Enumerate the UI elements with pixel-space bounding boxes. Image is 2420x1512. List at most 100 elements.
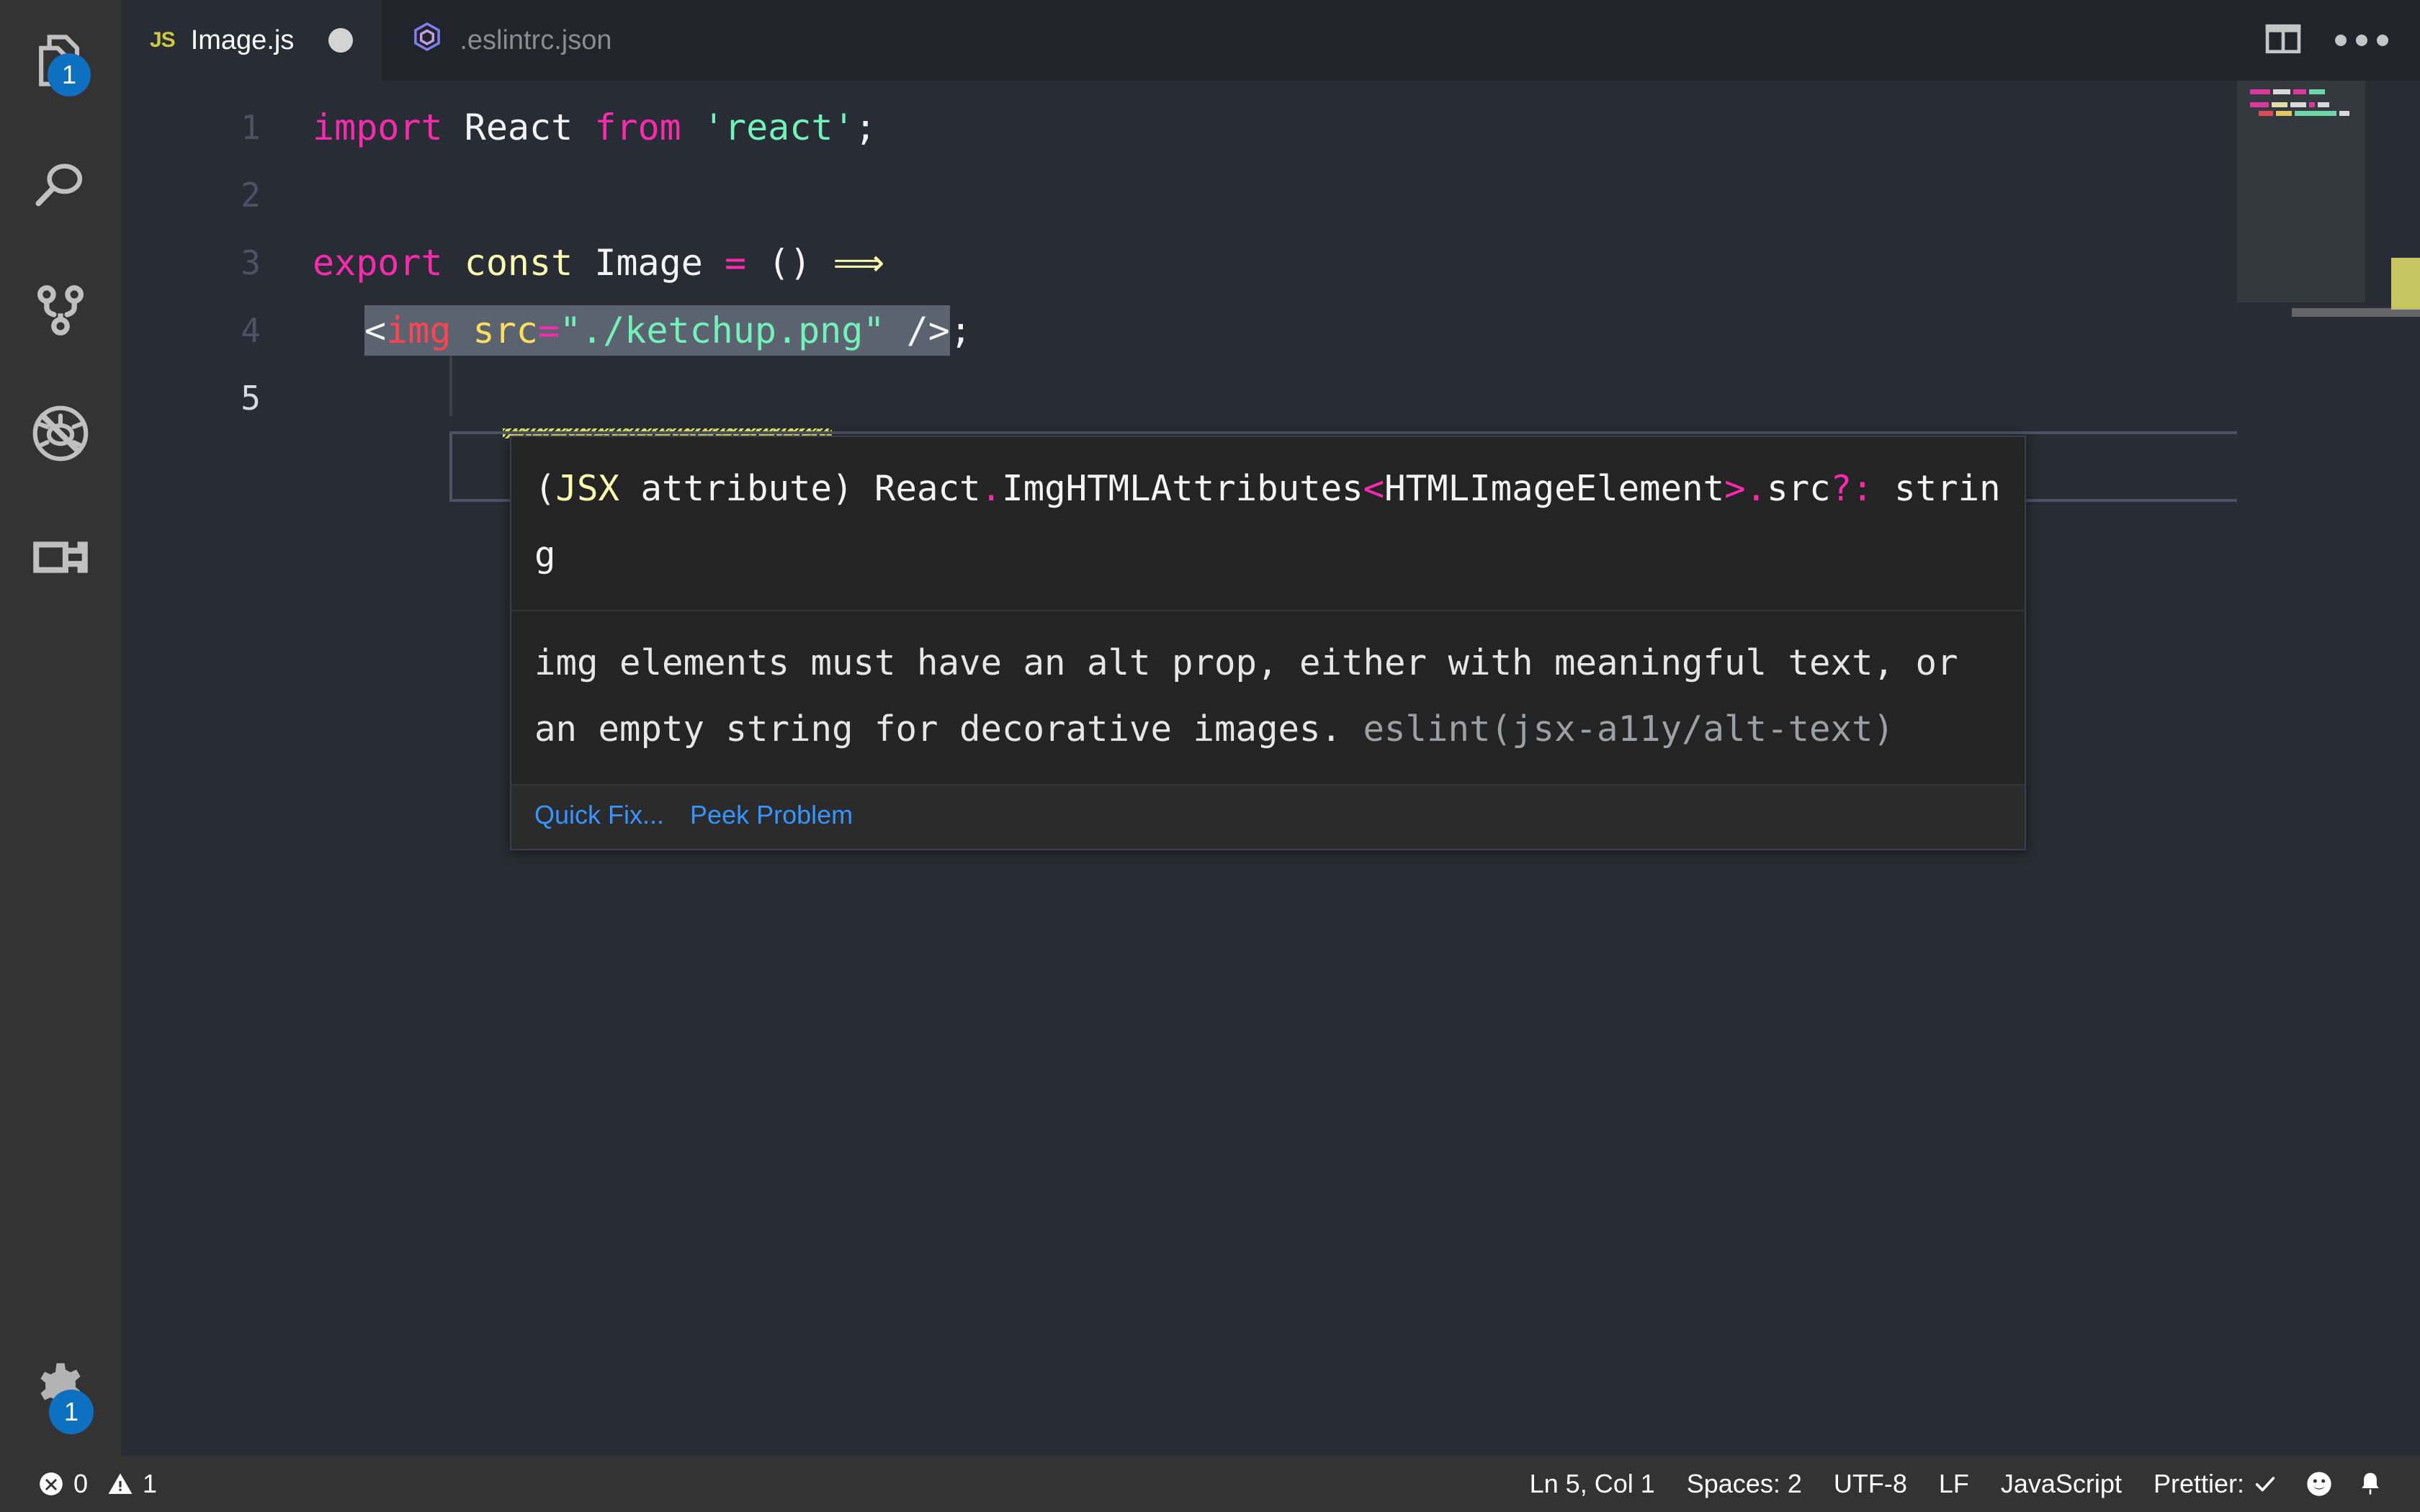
problem-hover-widget[interactable]: (JSX attribute) React.ImgHTMLAttributes<…: [510, 436, 2026, 850]
line-content: import React from 'react';: [302, 94, 877, 161]
hover-message-section: img elements must have an alt prop, eith…: [511, 611, 2025, 786]
token: <: [364, 310, 387, 351]
token: img: [386, 310, 452, 351]
status-formatter[interactable]: Prettier:: [2138, 1456, 2293, 1512]
line-number: 3: [241, 243, 261, 282]
sig-token: JSX: [555, 468, 620, 509]
token: (): [768, 242, 833, 284]
ellipsis-icon[interactable]: [2335, 35, 2388, 46]
code-line-1: 1 import React from 'react';: [121, 94, 2420, 161]
code-line-4: 4 <img src="./ketchup.png" />;: [121, 297, 2420, 364]
line-content: <img src="./ketchup.png" />;: [302, 297, 972, 364]
editor-actions: [2263, 0, 2420, 81]
line-number: 2: [241, 176, 261, 215]
status-language-mode[interactable]: JavaScript: [1985, 1456, 2138, 1512]
tab-label: .eslintrc.json: [460, 24, 612, 55]
token: src: [451, 310, 538, 351]
hover-signature-section: (JSX attribute) React.ImgHTMLAttributes<…: [511, 437, 2025, 611]
extensions-icon: [27, 524, 94, 590]
manage-badge: 1: [49, 1390, 94, 1434]
selection-highlight: <img src="./ketchup.png" />: [364, 305, 950, 356]
search-icon: [27, 153, 94, 219]
activity-bar: 1 1: [0, 0, 121, 1456]
warning-count: 1: [143, 1469, 158, 1498]
status-cursor-position[interactable]: Ln 5, Col 1: [1514, 1456, 1671, 1512]
sig-token: .: [1745, 468, 1767, 509]
sig-token: src: [1767, 468, 1831, 509]
sig-token: ImgHTMLAttributes: [1002, 468, 1363, 509]
token: React: [464, 107, 595, 148]
vscode-window: 1 1 JS Image.js .eslintrc.json 1 import …: [0, 0, 2420, 1512]
sig-token: ?:: [1830, 468, 1873, 509]
token: =: [537, 310, 560, 351]
sidebar-item-run-and-debug[interactable]: [0, 372, 121, 495]
error-circle-icon: [37, 1470, 65, 1498]
code-line-2: 2: [121, 161, 2420, 229]
status-eol[interactable]: LF: [1923, 1456, 1985, 1512]
formatter-label: Prettier:: [2153, 1469, 2244, 1498]
status-indentation[interactable]: Spaces: 2: [1671, 1456, 1818, 1512]
sig-token: HTMLImageElement: [1384, 468, 1725, 509]
tab-image-js[interactable]: JS Image.js: [121, 0, 382, 81]
token: "./ketchup.png": [559, 310, 885, 351]
status-notifications[interactable]: [2345, 1456, 2396, 1512]
overview-ruler[interactable]: [2292, 81, 2420, 1456]
token: export: [313, 242, 465, 284]
hover-source: eslint(jsx-a11y/alt-text): [1363, 708, 1895, 750]
sig-token: .: [980, 468, 1003, 509]
check-icon: [2253, 1472, 2277, 1496]
sig-token: attribute) React: [619, 468, 981, 509]
editor-group: JS Image.js .eslintrc.json 1 import Reac…: [121, 0, 2420, 1456]
status-encoding[interactable]: UTF-8: [1818, 1456, 1923, 1512]
sidebar-item-extensions[interactable]: [0, 495, 121, 619]
token: import: [313, 107, 465, 148]
peek-problem-link[interactable]: Peek Problem: [690, 800, 853, 830]
tab-eslintrc-json[interactable]: .eslintrc.json: [382, 0, 641, 81]
split-editor-icon[interactable]: [2263, 19, 2303, 63]
token: =: [724, 242, 768, 284]
line-content: export const Image = () ⟹: [302, 229, 884, 297]
token: ⟹: [833, 242, 885, 284]
token: ;: [854, 107, 877, 148]
js-file-icon: JS: [150, 28, 176, 52]
sidebar-item-manage[interactable]: 1: [0, 1319, 121, 1456]
error-count: 0: [73, 1469, 89, 1498]
token-trailing: ;: [949, 310, 972, 351]
code-editor[interactable]: 1 import React from 'react'; 2 3 export …: [121, 81, 2420, 1456]
code-line-5: 5: [121, 364, 2420, 432]
status-problems[interactable]: 0 1: [22, 1456, 173, 1512]
tab-dirty-indicator[interactable]: [328, 28, 354, 53]
code-line-3: 3 export const Image = () ⟹: [121, 229, 2420, 297]
sig-token: >: [1724, 468, 1746, 509]
tab-bar: JS Image.js .eslintrc.json: [121, 0, 2420, 81]
sig-token: <: [1363, 468, 1385, 509]
quick-fix-link[interactable]: Quick Fix...: [534, 800, 664, 830]
token: />: [884, 310, 950, 351]
minimap-slider[interactable]: [2237, 81, 2365, 302]
hover-actions: Quick Fix... Peek Problem: [511, 786, 2025, 849]
status-bar-right: Ln 5, Col 1 Spaces: 2 UTF-8 LF JavaScrip…: [1514, 1456, 2420, 1512]
token: from: [594, 107, 703, 148]
bell-icon: [2357, 1470, 2384, 1498]
smiley-icon: [2305, 1470, 2334, 1498]
line-number: 5: [241, 379, 261, 418]
line-number: 1: [241, 108, 261, 147]
status-bar: 0 1 Ln 5, Col 1 Spaces: 2 UTF-8 LF JavaS…: [0, 1456, 2420, 1512]
explorer-badge: 1: [48, 53, 91, 96]
overview-slider-edge: [2292, 308, 2420, 317]
status-bar-left: 0 1: [0, 1456, 173, 1512]
token: const: [464, 242, 595, 284]
workbench-body: 1 1 JS Image.js .eslintrc.json 1 import …: [0, 0, 2420, 1456]
sidebar-item-search[interactable]: [0, 124, 121, 248]
token: Image: [594, 242, 725, 284]
token: 'react': [702, 107, 855, 148]
sidebar-item-explorer[interactable]: 1: [0, 0, 121, 124]
sidebar-item-source-control[interactable]: [0, 248, 121, 372]
debug-disabled-icon: [27, 400, 94, 467]
sig-token: (: [534, 468, 556, 509]
hover-signature: (JSX attribute) React.ImgHTMLAttributes<…: [534, 456, 2002, 588]
warning-triangle-icon: [107, 1470, 134, 1498]
overview-warning-marker: [2391, 258, 2420, 310]
line-number: 4: [241, 311, 261, 350]
status-feedback[interactable]: [2293, 1456, 2345, 1512]
